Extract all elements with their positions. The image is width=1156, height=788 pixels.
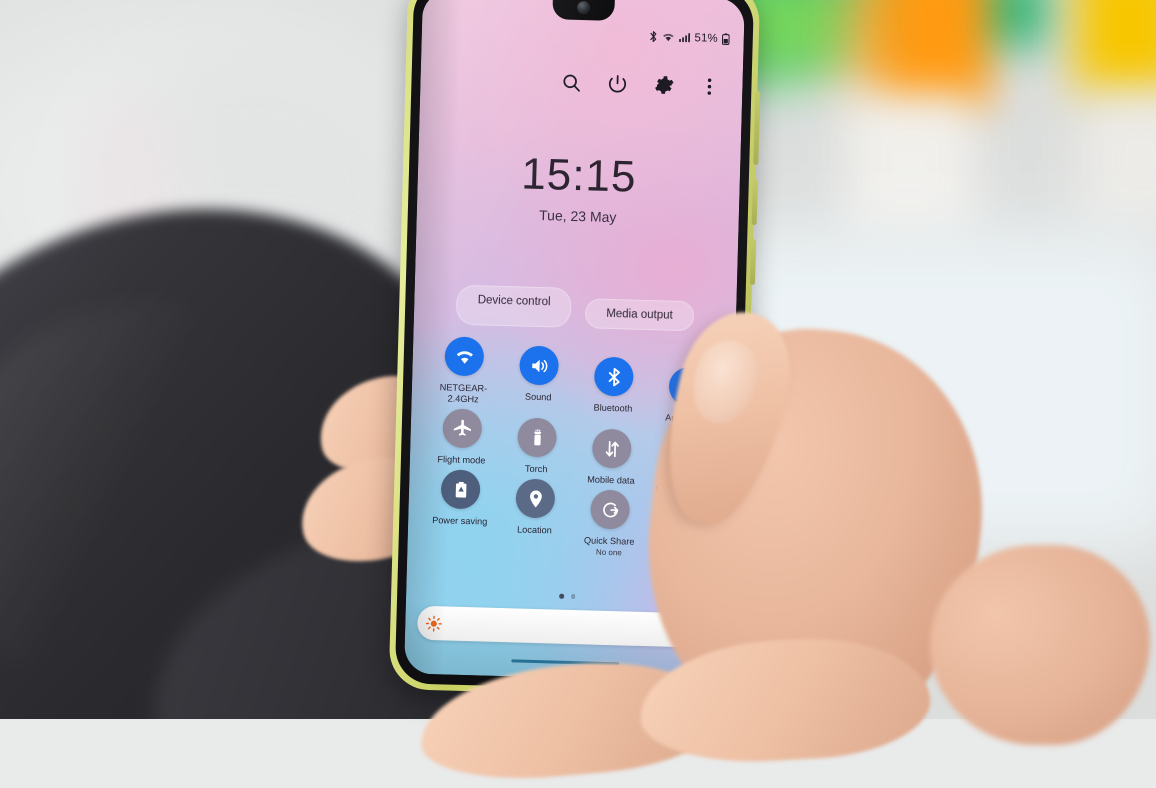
knuckles [930, 545, 1150, 745]
hand-foreground [0, 0, 1156, 788]
